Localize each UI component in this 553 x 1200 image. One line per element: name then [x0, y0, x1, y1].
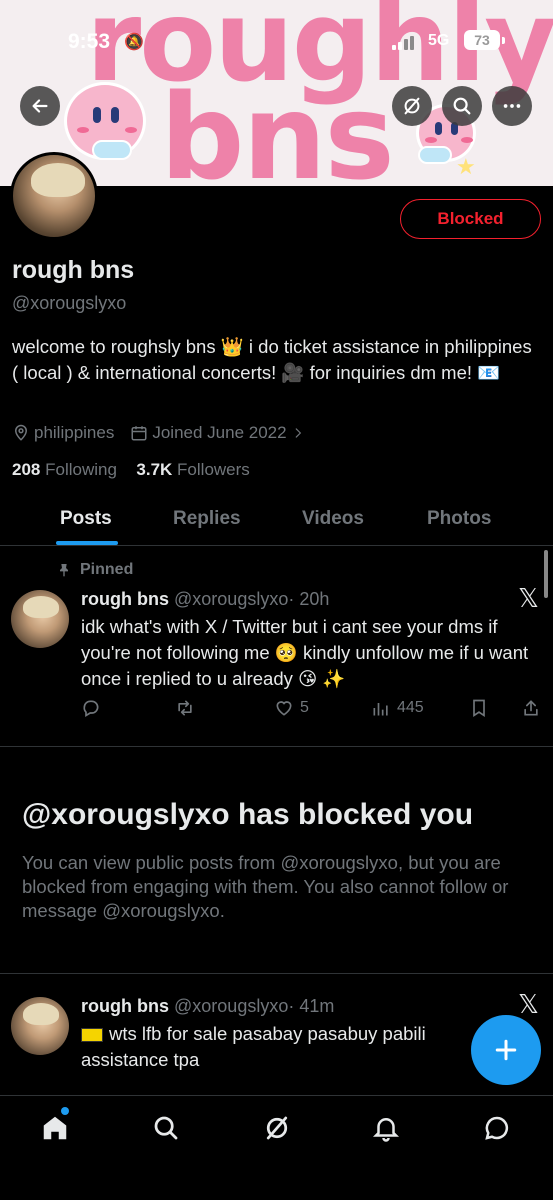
tweet-time: · 20h — [288, 589, 330, 609]
home-icon — [43, 1116, 67, 1140]
tweet-author-handle[interactable]: @xorougslyxo — [174, 589, 288, 609]
search-icon — [154, 1116, 178, 1140]
divider — [0, 746, 553, 747]
messages-icon — [485, 1116, 509, 1140]
profile-bio: welcome to roughsly bns 👑 i do ticket as… — [12, 336, 532, 383]
compose-button[interactable] — [471, 1015, 541, 1085]
blocked-notice-description: You can view public posts from @xorougsl… — [22, 852, 509, 921]
nav-search[interactable] — [151, 1113, 183, 1145]
followers-count: 3.7K — [136, 460, 173, 479]
signal-icon — [392, 36, 418, 50]
following-link[interactable]: 208 Following — [12, 460, 117, 479]
x-logo-icon: 𝕏 — [518, 584, 539, 614]
location-icon — [14, 424, 28, 441]
tweet-header: rough bns @xorougslyxo· 41m — [81, 996, 334, 1017]
tweet-header: rough bns @xorougslyxo· 20h — [81, 589, 329, 610]
pin-icon — [60, 564, 68, 577]
tweet-author-name[interactable]: rough bns — [81, 996, 169, 1016]
nav-grok[interactable] — [262, 1113, 294, 1145]
divider — [0, 973, 553, 974]
ticket-icon — [81, 1028, 103, 1043]
like-count: 5 — [300, 699, 309, 716]
banner-text-line2: bns — [160, 68, 395, 186]
pinned-label: Pinned — [56, 561, 133, 579]
grok-icon — [404, 97, 420, 115]
grok-button[interactable] — [392, 86, 432, 126]
heart-icon — [276, 701, 292, 716]
tweet-text-container: wts lfb for sale pasabay pasabuy pabili … — [81, 1021, 461, 1073]
bow-decoration-right — [418, 146, 452, 164]
silent-mode-icon: 🔕 — [124, 34, 144, 51]
tweet-author-handle[interactable]: @xorougslyxo — [174, 996, 288, 1016]
tweet-text: wts lfb for sale pasabay pasabuy pabili … — [81, 1023, 426, 1070]
bookmark-icon — [473, 699, 485, 718]
like-button[interactable]: 5 — [274, 698, 309, 718]
repost-icon — [178, 700, 192, 716]
notifications-icon — [372, 1118, 400, 1142]
plus-icon — [495, 1039, 517, 1061]
scrollbar[interactable] — [544, 550, 548, 598]
status-bar: 9:53 🔕 5G 73 — [0, 30, 553, 56]
bookmark-button[interactable] — [469, 698, 495, 718]
followers-label: Followers — [177, 460, 250, 479]
profile-joined[interactable]: Joined June 2022 — [152, 423, 286, 443]
battery-level: 73 — [474, 32, 490, 48]
share-button[interactable] — [521, 698, 547, 718]
nav-home[interactable] — [40, 1113, 72, 1145]
blocked-button[interactable]: Blocked — [400, 199, 541, 239]
profile-name: rough bns — [12, 256, 135, 284]
nav-notifications[interactable] — [371, 1113, 403, 1145]
profile-location: philippines — [34, 423, 115, 442]
tweet-time: · 41m — [288, 996, 335, 1016]
following-label: Following — [45, 460, 117, 479]
star-decoration-right: ★ — [456, 154, 476, 179]
profile-handle: @xorougslyxo — [12, 293, 127, 313]
repost-button[interactable] — [175, 698, 201, 718]
share-icon — [524, 700, 538, 716]
home-notification-dot — [61, 1107, 69, 1115]
tab-replies[interactable]: Replies — [173, 508, 241, 530]
followers-link[interactable]: 3.7K Followers — [136, 460, 249, 479]
grok-icon — [266, 1116, 288, 1140]
profile-meta: philippines Joined June 2022 — [12, 423, 309, 443]
tweet-avatar[interactable] — [11, 997, 69, 1055]
network-type: 5G — [428, 32, 450, 49]
back-arrow-icon — [32, 99, 48, 113]
reply-icon — [83, 700, 99, 717]
tweet-actions: 5 445 — [81, 698, 543, 724]
profile-tabs: Posts Replies Videos Photos — [0, 498, 553, 546]
chevron-right-icon — [295, 428, 301, 438]
status-time: 9:53 — [68, 30, 111, 53]
bow-decoration-left — [92, 140, 132, 160]
blocked-notice-title: @xorougslyxo has blocked you — [22, 798, 474, 831]
tweet-text: idk what's with X / Twitter but i cant s… — [81, 616, 529, 689]
search-icon — [453, 97, 471, 115]
more-button[interactable] — [492, 86, 532, 126]
tweet-author-name[interactable]: rough bns — [81, 589, 169, 609]
views-button[interactable]: 445 — [371, 698, 424, 718]
view-count: 445 — [397, 699, 424, 716]
tab-posts[interactable]: Posts — [60, 508, 112, 530]
nav-messages[interactable] — [482, 1113, 514, 1145]
active-tab-indicator — [56, 541, 118, 545]
more-icon — [503, 104, 521, 108]
bottom-navigation — [0, 1095, 553, 1200]
x-logo-icon: 𝕏 — [518, 990, 539, 1020]
tweet-avatar[interactable] — [11, 590, 69, 648]
views-icon — [373, 703, 388, 716]
following-count: 208 — [12, 460, 41, 479]
follow-counts: 208 Following 3.7K Followers — [12, 460, 250, 480]
reply-button[interactable] — [81, 698, 107, 718]
profile-avatar[interactable] — [10, 152, 98, 240]
calendar-icon — [131, 426, 147, 441]
search-button[interactable] — [442, 86, 482, 126]
pinned-text: Pinned — [80, 561, 134, 578]
back-button[interactable] — [20, 86, 60, 126]
tab-videos[interactable]: Videos — [302, 508, 364, 530]
tab-photos[interactable]: Photos — [427, 508, 491, 530]
battery-icon: 73 — [464, 30, 505, 50]
